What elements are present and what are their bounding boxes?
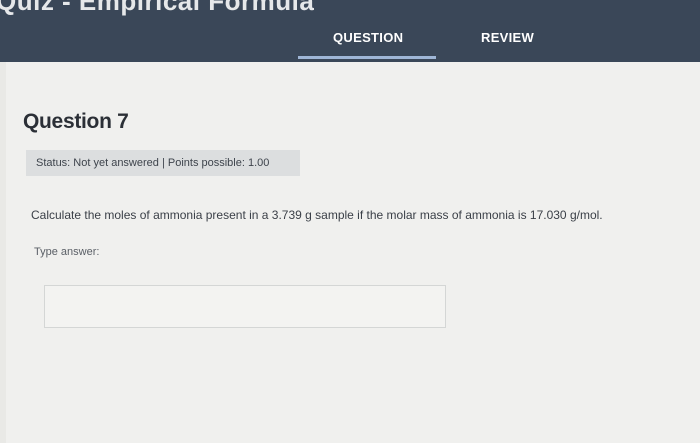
top-header: Quiz - Empirical Formula QUESTION REVIEW — [0, 0, 700, 62]
app-title: Quiz - Empirical Formula — [0, 0, 315, 16]
status-text: Status: Not yet answered | Points possib… — [36, 157, 270, 169]
question-title: Question 7 — [23, 110, 129, 133]
answer-input[interactable] — [44, 285, 446, 328]
tab-question[interactable]: QUESTION — [333, 30, 403, 45]
active-tab-indicator — [298, 56, 436, 59]
question-prompt: Calculate the moles of ammonia present i… — [31, 208, 603, 222]
tab-review[interactable]: REVIEW — [481, 30, 534, 45]
answer-label: Type answer: — [34, 246, 100, 258]
